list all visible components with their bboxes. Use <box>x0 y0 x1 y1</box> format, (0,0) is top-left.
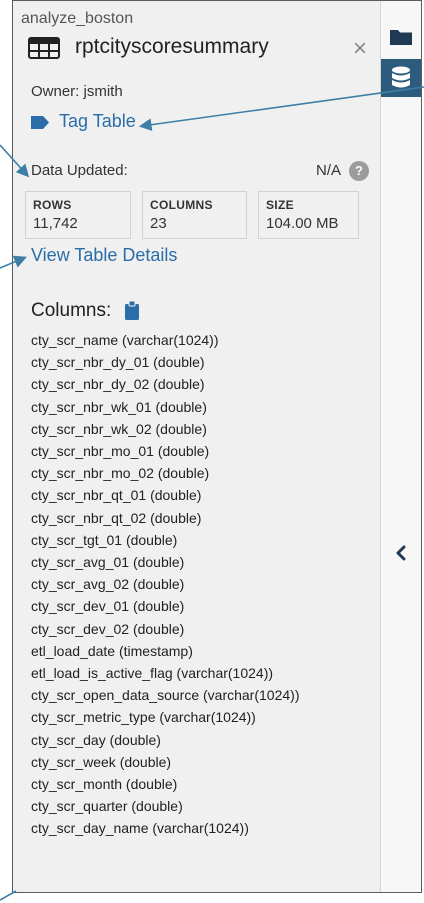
tag-table-label: Tag Table <box>59 111 136 131</box>
column-item: cty_scr_nbr_qt_01 (double) <box>31 487 202 504</box>
close-button[interactable]: × <box>353 35 367 63</box>
stat-rows: ROWS 11,742 <box>25 191 131 239</box>
column-item: cty_scr_quarter (double) <box>31 798 183 815</box>
stat-header: ROWS <box>33 198 72 212</box>
chevron-left-icon[interactable] <box>394 545 408 561</box>
data-updated-value: N/A <box>316 162 342 179</box>
app-frame: analyze_boston rptcityscoresummary × Own… <box>12 0 422 893</box>
help-icon[interactable]: ? <box>349 161 369 181</box>
column-item: cty_scr_metric_type (varchar(1024)) <box>31 709 256 726</box>
column-item: cty_scr_dev_02 (double) <box>31 620 185 637</box>
column-item: cty_scr_day_name (varchar(1024)) <box>31 820 249 837</box>
column-item: cty_scr_nbr_mo_01 (double) <box>31 443 210 460</box>
columns-list: cty_scr_name (varchar(1024)) cty_scr_nbr_… <box>31 329 299 840</box>
column-item: cty_scr_nbr_dy_02 (double) <box>31 376 205 393</box>
folder-icon <box>390 30 412 45</box>
column-item: cty_scr_dev_01 (double) <box>31 598 185 615</box>
columns-heading: Columns: <box>31 300 112 321</box>
schema-name: analyze_boston <box>21 10 134 27</box>
column-item: cty_scr_nbr_qt_02 (double) <box>31 509 202 526</box>
view-table-details-link[interactable]: View Table Details <box>31 245 177 266</box>
stat-size: SIZE 104.00 MB <box>258 191 359 239</box>
stat-columns: COLUMNS 23 <box>142 191 247 239</box>
stat-value: 23 <box>150 215 167 232</box>
table-icon <box>28 37 60 59</box>
title-row: rptcityscoresummary × <box>25 35 371 63</box>
stat-value: 11,742 <box>33 215 78 232</box>
column-item: cty_scr_month (double) <box>31 776 178 793</box>
page-title: rptcityscoresummary <box>75 35 269 58</box>
column-item: cty_scr_nbr_wk_01 (double) <box>31 398 207 415</box>
column-item: cty_scr_name (varchar(1024)) <box>31 332 219 348</box>
column-item: cty_scr_avg_01 (double) <box>31 554 185 571</box>
column-item: etl_load_is_active_flag (varchar(1024)) <box>31 665 274 682</box>
column-item: cty_scr_avg_02 (double) <box>31 576 185 593</box>
column-item: etl_load_date (timestamp) <box>31 642 193 659</box>
clipboard-icon[interactable] <box>125 301 139 320</box>
rail-database-button[interactable] <box>381 59 421 97</box>
column-item: cty_scr_nbr_wk_02 (double) <box>31 420 207 437</box>
rail-folder-button[interactable] <box>381 18 421 56</box>
table-info-panel: analyze_boston rptcityscoresummary × Own… <box>13 1 381 892</box>
tag-icon <box>31 116 49 129</box>
column-item: cty_scr_day (double) <box>31 731 161 748</box>
column-item: cty_scr_nbr_mo_02 (double) <box>31 465 210 482</box>
stat-value: 104.00 MB <box>266 215 339 232</box>
database-icon <box>392 66 410 88</box>
owner-label: Owner: jsmith <box>31 83 123 100</box>
column-item: cty_scr_nbr_dy_01 (double) <box>31 354 205 371</box>
stat-header: SIZE <box>266 198 294 212</box>
right-rail <box>381 1 421 892</box>
column-item: cty_scr_tgt_01 (double) <box>31 531 178 548</box>
stat-header: COLUMNS <box>150 198 213 212</box>
data-updated-label: Data Updated: <box>31 162 128 179</box>
column-item: cty_scr_week (double) <box>31 753 172 770</box>
column-item: cty_scr_open_data_source (varchar(1024)) <box>31 687 300 704</box>
